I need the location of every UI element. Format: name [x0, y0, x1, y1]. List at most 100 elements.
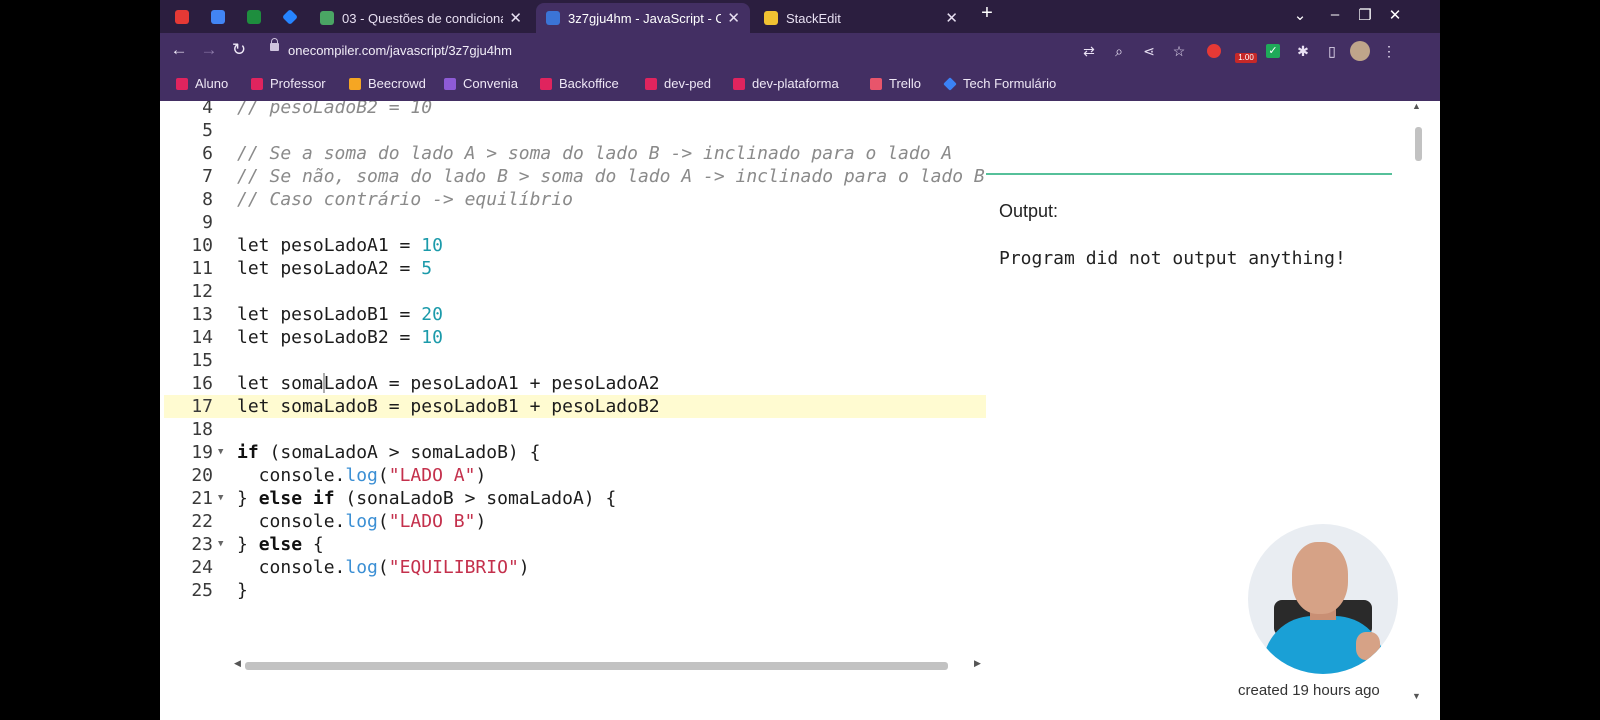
- fold-toggle-icon[interactable]: ▼: [218, 487, 223, 510]
- pinned-tab-gmail[interactable]: [168, 4, 196, 30]
- tab-questoes[interactable]: 03 - Questões de condiciona ✕: [310, 3, 532, 33]
- code-token: (: [377, 511, 389, 532]
- scroll-left-icon[interactable]: ◀: [234, 658, 241, 669]
- scrollbar-thumb[interactable]: [1415, 127, 1422, 161]
- editor-horizontal-scrollbar[interactable]: ◀ ▶: [234, 658, 986, 672]
- pinned-tab-jira[interactable]: [276, 4, 304, 30]
- forward-icon[interactable]: →: [198, 40, 220, 60]
- tab-onecompiler[interactable]: 3z7gju4hm - JavaScript - OneCompiler ✕: [536, 3, 750, 33]
- line-number: 14: [191, 327, 213, 348]
- scroll-right-icon[interactable]: ▶: [974, 658, 981, 669]
- close-tab-icon[interactable]: ✕: [727, 9, 740, 27]
- bookmark-backoffice[interactable]: Backoffice: [540, 76, 619, 91]
- close-tab-icon[interactable]: ✕: [945, 9, 958, 27]
- bookmark-convenia[interactable]: Convenia: [444, 76, 518, 91]
- close-window-button[interactable]: ✕: [1380, 6, 1410, 24]
- line-number: 24: [191, 557, 213, 578]
- code-line[interactable]: 6 // Se a soma do lado A > soma do lado B…: [160, 142, 986, 165]
- lock-icon: [270, 38, 279, 51]
- bookmark-dev-ped[interactable]: dev-ped: [645, 76, 711, 91]
- profile-avatar[interactable]: [1350, 41, 1370, 61]
- share-icon[interactable]: ⋖: [1140, 42, 1158, 60]
- code-line[interactable]: 5: [160, 119, 986, 142]
- extension-red-icon[interactable]: [1207, 44, 1221, 58]
- bookmark-label: Backoffice: [559, 76, 619, 91]
- side-panel-icon[interactable]: ▯: [1323, 42, 1341, 60]
- bookmark-trello[interactable]: Trello: [870, 76, 921, 91]
- code-token: else if: [258, 488, 335, 509]
- reload-icon[interactable]: ↻: [228, 40, 250, 60]
- code-token: {: [302, 534, 324, 555]
- url-text[interactable]: onecompiler.com/javascript/3z7gju4hm: [288, 43, 512, 58]
- drive-icon: [320, 11, 334, 25]
- tab-title: 3z7gju4hm - JavaScript - OneCompiler: [568, 10, 722, 26]
- tab-stackedit[interactable]: StackEdit ✕: [754, 3, 968, 33]
- menu-kebab-icon[interactable]: ⋮: [1380, 42, 1398, 60]
- scrollbar-thumb[interactable]: [245, 662, 948, 670]
- code-line[interactable]: 4 // pesoLadoB2 = 10: [160, 101, 986, 119]
- line-number: 11: [191, 258, 213, 279]
- extensions-puzzle-icon[interactable]: ✱: [1294, 42, 1312, 60]
- code-text: if (somaLadoA > somaLadoB) {: [237, 441, 540, 464]
- scroll-down-icon[interactable]: ▼: [1412, 691, 1421, 701]
- browser-window: 03 - Questões de condiciona ✕ 3z7gju4hm …: [160, 0, 1440, 720]
- bookmark-beecrowd[interactable]: Beecrowd: [349, 76, 426, 91]
- code-line[interactable]: 19 ▼ if (somaLadoA > somaLadoB) {: [160, 441, 986, 464]
- code-line[interactable]: 9: [160, 211, 986, 234]
- code-line[interactable]: 13 let pesoLadoB1 = 20: [160, 303, 986, 326]
- code-line[interactable]: 22 console.log("LADO B"): [160, 510, 986, 533]
- fold-toggle-icon[interactable]: ▼: [218, 533, 223, 556]
- code-text: // pesoLadoB2 = 10: [237, 101, 432, 119]
- page-vertical-scrollbar[interactable]: ▲: [1412, 101, 1424, 681]
- zoom-icon[interactable]: ⌕: [1110, 42, 1128, 60]
- code-line[interactable]: 18: [160, 418, 986, 441]
- code-line[interactable]: 21 ▼} else if (sonaLadoB > somaLadoA) {: [160, 487, 986, 510]
- sheets-icon: [247, 10, 261, 24]
- code-token: if: [237, 442, 259, 463]
- webcam-overlay: [1248, 524, 1398, 674]
- code-line[interactable]: 16 let somaLadoA = pesoLadoA1 + pesoLadoA…: [160, 372, 986, 395]
- close-tab-icon[interactable]: ✕: [509, 9, 522, 27]
- scroll-up-icon[interactable]: ▲: [1412, 101, 1421, 111]
- maximize-button[interactable]: ❐: [1350, 6, 1380, 24]
- code-text: let pesoLadoA2 = 5: [237, 257, 432, 280]
- line-number: 19: [191, 442, 213, 463]
- code-token: let pesoLadoA1 =: [237, 235, 422, 256]
- code-line[interactable]: 11 let pesoLadoA2 = 5: [160, 257, 986, 280]
- speed-extension-badge[interactable]: 1.00: [1235, 53, 1257, 63]
- code-token: else: [258, 534, 303, 555]
- code-line[interactable]: 12: [160, 280, 986, 303]
- bookmark-star-icon[interactable]: ☆: [1170, 42, 1188, 60]
- line-number: 17: [191, 396, 213, 417]
- pinned-tab-calendar[interactable]: [204, 4, 232, 30]
- code-line[interactable]: 15: [160, 349, 986, 372]
- code-line[interactable]: 7 // Se não, soma do lado B > soma do lad…: [160, 165, 986, 188]
- code-line[interactable]: 17 let somaLadoB = pesoLadoB1 + pesoLadoB…: [164, 395, 986, 418]
- line-number: 16: [191, 373, 213, 394]
- extension-check-icon[interactable]: ✓: [1266, 44, 1280, 58]
- translate-icon[interactable]: ⇄: [1080, 42, 1098, 60]
- minimize-button[interactable]: –: [1320, 6, 1350, 23]
- new-tab-button[interactable]: +: [972, 2, 1002, 25]
- code-line[interactable]: 10 let pesoLadoA1 = 10: [160, 234, 986, 257]
- bookmark-dev-plataforma[interactable]: dev-plataforma: [733, 76, 839, 91]
- code-token: (somaLadoA > somaLadoB) {: [258, 442, 541, 463]
- code-line[interactable]: 24 console.log("EQUILIBRIO"): [160, 556, 986, 579]
- code-line[interactable]: 25}: [160, 579, 986, 602]
- bookmark-aluno[interactable]: Aluno: [176, 76, 228, 91]
- code-token: // Se a soma do lado A > soma do lado B …: [237, 143, 953, 164]
- pinned-tab-sheets[interactable]: [240, 4, 268, 30]
- code-line[interactable]: 20 console.log("LADO A"): [160, 464, 986, 487]
- tab-search-icon[interactable]: ⌄: [1285, 6, 1315, 24]
- code-editor[interactable]: 4// pesoLadoB2 = 10 5 6// Se a soma do lad…: [160, 101, 986, 681]
- fold-toggle-icon[interactable]: ▼: [218, 441, 223, 464]
- bookmark-icon: [349, 77, 361, 90]
- code-line[interactable]: 8 // Caso contrário -> equilíbrio: [160, 188, 986, 211]
- line-number: 18: [191, 419, 213, 440]
- bookmark-professor[interactable]: Professor: [251, 76, 326, 91]
- jira-icon: [282, 9, 298, 25]
- code-line[interactable]: 14 let pesoLadoB2 = 10: [160, 326, 986, 349]
- code-line[interactable]: 23 ▼} else {: [160, 533, 986, 556]
- bookmark-tech-formulario[interactable]: Tech Formulário: [943, 76, 1056, 91]
- back-icon[interactable]: ←: [168, 40, 190, 60]
